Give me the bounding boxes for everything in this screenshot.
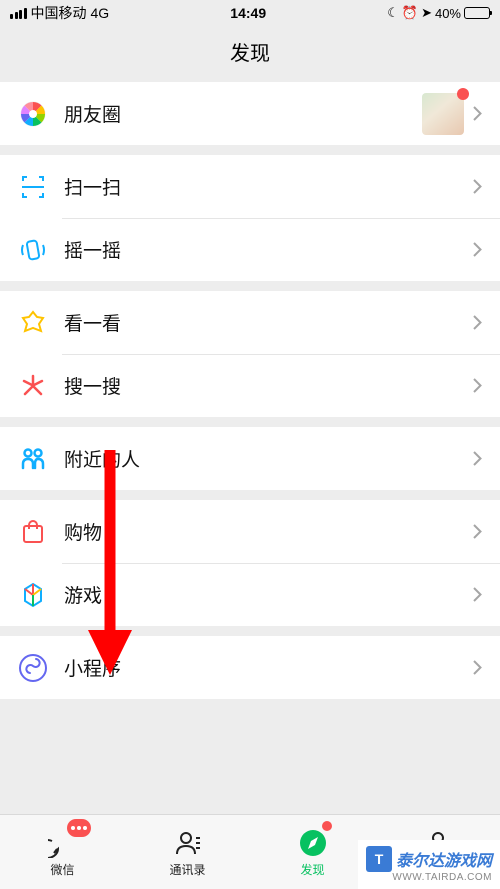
games-icon [18,580,48,610]
group-look-search: 看一看 搜一搜 [0,291,500,417]
row-scan[interactable]: 扫一扫 [0,155,500,218]
row-label: 购物 [64,518,464,545]
row-label: 游戏 [64,581,464,608]
unread-badge [67,819,91,837]
moments-preview [422,93,464,135]
tab-chat[interactable]: 微信 [0,815,125,889]
row-look[interactable]: 看一看 [0,291,500,354]
status-time: 14:49 [230,5,266,21]
status-bar: 中国移动 4G 14:49 ☾ ⏰ ➤ 40% [0,0,500,26]
discover-header: 发现 [0,26,500,76]
tab-label: 微信 [50,861,74,878]
chevron-right-icon [472,106,482,122]
row-shake[interactable]: 摇一摇 [0,218,500,281]
scan-icon [18,172,48,202]
row-label: 扫一扫 [64,173,464,200]
discover-icon [297,827,329,859]
shopping-icon [18,517,48,547]
group-shop-games: 购物 游戏 [0,500,500,626]
discover-list: 朋友圈 扫一扫 摇一摇 [0,76,500,699]
row-label: 搜一搜 [64,372,464,399]
chevron-right-icon [472,660,482,676]
chevron-right-icon [472,451,482,467]
carrier-label: 中国移动 [31,3,87,23]
chevron-right-icon [472,524,482,540]
row-label: 摇一摇 [64,236,464,263]
watermark-logo-icon: T [366,846,392,872]
chevron-right-icon [472,242,482,258]
row-games[interactable]: 游戏 [0,563,500,626]
look-icon [18,308,48,338]
tab-discover[interactable]: 发现 [250,815,375,889]
chevron-right-icon [472,315,482,331]
row-label: 朋友圈 [64,100,422,127]
watermark-url: WWW.TAIRDA.COM [392,872,492,883]
tab-label: 通讯录 [169,861,205,878]
battery-pct: 40% [435,6,461,21]
red-dot-icon [457,88,469,100]
tab-label: 发现 [300,861,324,878]
group-nearby: 附近的人 [0,427,500,490]
shake-icon [18,235,48,265]
row-label: 小程序 [64,654,464,681]
signal-icon [10,8,27,19]
group-scan-shake: 扫一扫 摇一摇 [0,155,500,281]
moments-icon [18,99,48,129]
nearby-icon [18,444,48,474]
row-shopping[interactable]: 购物 [0,500,500,563]
search-icon [18,371,48,401]
chevron-right-icon [472,179,482,195]
battery-icon [464,7,490,19]
chevron-right-icon [472,587,482,603]
location-icon: ➤ [421,5,432,21]
row-nearby[interactable]: 附近的人 [0,427,500,490]
avatar-thumb [422,93,464,135]
miniprogram-icon [18,653,48,683]
row-moments[interactable]: 朋友圈 [0,82,500,145]
row-label: 附近的人 [64,445,464,472]
network-label: 4G [91,5,110,21]
header-title: 发现 [230,37,270,66]
red-dot-icon [322,821,332,831]
group-moments: 朋友圈 [0,82,500,145]
watermark: T 泰尔达游戏网 WWW.TAIRDA.COM [358,840,500,889]
watermark-name: 泰尔达游戏网 [396,847,492,871]
row-miniprogram[interactable]: 小程序 [0,636,500,699]
moon-icon: ☾ [387,5,399,21]
contacts-icon [172,827,204,859]
row-label: 看一看 [64,309,464,336]
row-search[interactable]: 搜一搜 [0,354,500,417]
tab-contacts[interactable]: 通讯录 [125,815,250,889]
alarm-icon: ⏰ [402,5,418,21]
chevron-right-icon [472,378,482,394]
group-miniprogram: 小程序 [0,636,500,699]
